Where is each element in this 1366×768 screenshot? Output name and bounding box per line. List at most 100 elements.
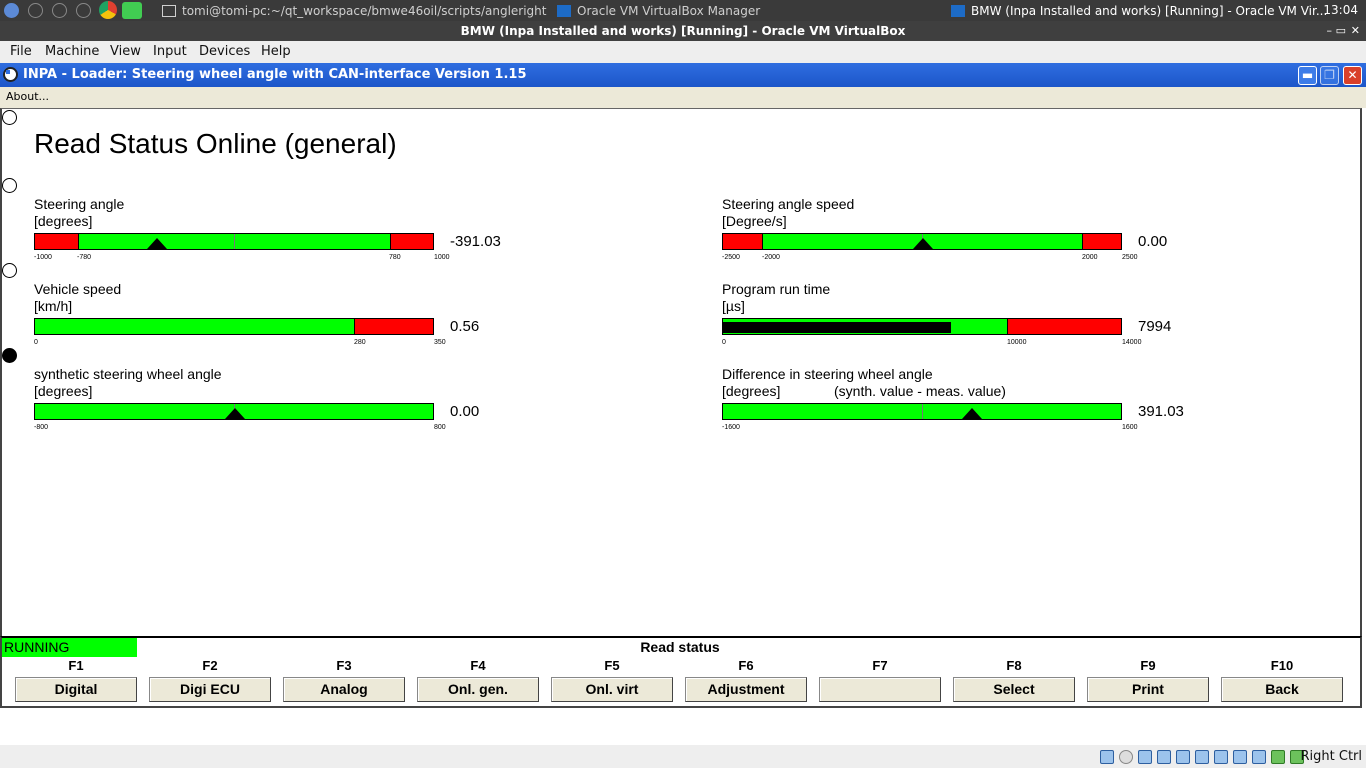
steering-angle-speed-bar (722, 233, 1122, 250)
steering-angle-speed-label: Steering angle speed (722, 196, 855, 212)
task-vm-window[interactable]: BMW (Inpa Installed and works) [Running]… (951, 3, 1327, 19)
menu-help[interactable]: Help (261, 44, 291, 59)
system-menu-icon[interactable] (4, 3, 19, 18)
synthetic-angle-unit: [degrees] (34, 383, 93, 399)
close-icon[interactable]: ✕ (1351, 21, 1360, 41)
menu-about[interactable]: About... (6, 90, 49, 103)
fkey-label-f8: F8 (1006, 658, 1022, 673)
task-vbox-manager[interactable]: Oracle VM VirtualBox Manager (557, 3, 760, 19)
vehicle-speed-value: 0.56 (450, 318, 480, 335)
usb-icon[interactable] (1176, 750, 1190, 764)
steering-angle-label: Steering angle (34, 196, 125, 212)
display-icon[interactable] (1214, 750, 1228, 764)
menu-view[interactable]: View (110, 44, 141, 59)
vbox-title-text: BMW (Inpa Installed and works) [Running]… (460, 24, 906, 38)
inpa-window-title: INPA - Loader: Steering wheel angle with… (0, 63, 1366, 87)
mouse-integration-icon[interactable] (1271, 750, 1285, 764)
launcher-icon-3[interactable] (76, 3, 91, 18)
radio-option-4[interactable] (2, 348, 17, 363)
task-vm-window-label: BMW (Inpa Installed and works) [Running]… (971, 4, 1328, 18)
shared-folders-icon[interactable] (1195, 750, 1209, 764)
hard-disk-icon[interactable] (1100, 750, 1114, 764)
tick-label: 780 (389, 254, 401, 261)
steering-angle-speed-value: 0.00 (1138, 233, 1168, 250)
radio-option-3[interactable] (2, 263, 17, 278)
angle-difference-label: Difference in steering wheel angle (722, 366, 933, 382)
inpa-maximize-button[interactable]: ❐ (1320, 66, 1339, 85)
tick-label: 10000 (1007, 339, 1027, 346)
angle-difference-note: (synth. value - meas. value) (834, 383, 1006, 399)
tick-label: -800 (34, 424, 49, 431)
program-run-time-value: 7994 (1138, 318, 1172, 335)
online-virtual-button[interactable]: Onl. virt (551, 677, 673, 702)
menu-machine[interactable]: Machine (45, 44, 99, 59)
task-terminal[interactable]: tomi@tomi-pc:~/qt_workspace/bmwe46oil/sc… (162, 3, 546, 19)
print-button[interactable]: Print (1087, 677, 1209, 702)
fkey-label-f5: F5 (604, 658, 620, 673)
tick-label: 280 (354, 339, 366, 346)
steering-angle-speed-marker (913, 238, 933, 249)
angle-difference-marker (961, 408, 982, 419)
minimize-icon[interactable]: – (1327, 21, 1333, 41)
synthetic-angle-value: 0.00 (450, 403, 480, 420)
online-general-button[interactable]: Onl. gen. (417, 677, 539, 702)
inpa-close-button[interactable]: ✕ (1343, 66, 1362, 85)
steering-angle-unit: [degrees] (34, 213, 93, 229)
menu-file[interactable]: File (10, 44, 32, 59)
program-run-time-label: Program run time (722, 281, 831, 297)
angle-difference-value: 391.03 (1138, 403, 1184, 420)
radio-option-1[interactable] (2, 110, 17, 125)
synthetic-angle-marker (225, 408, 245, 419)
tick-label: 2000 (1082, 254, 1098, 261)
menu-input[interactable]: Input (153, 44, 187, 59)
tick-label: 350 (434, 339, 446, 346)
fkey-label-f10: F10 (1270, 658, 1294, 673)
radio-option-2[interactable] (2, 178, 17, 193)
maximize-icon[interactable]: ▭ (1336, 21, 1346, 41)
network-icon[interactable] (1157, 750, 1171, 764)
video-capture-icon[interactable] (1233, 750, 1247, 764)
fkey-label-f3: F3 (336, 658, 352, 673)
fkey-label-f9: F9 (1140, 658, 1156, 673)
chrome-icon[interactable] (99, 1, 117, 19)
vbox-window-title: BMW (Inpa Installed and works) [Running]… (0, 21, 1366, 41)
vehicle-speed-label: Vehicle speed (34, 281, 122, 297)
audio-icon[interactable] (1138, 750, 1152, 764)
angle-difference-bar (722, 403, 1122, 420)
tick-label: 2500 (1122, 254, 1138, 261)
program-run-time-unit: [µs] (722, 298, 745, 314)
digi-ecu-button[interactable]: Digi ECU (149, 677, 271, 702)
fkey-label-f6: F6 (738, 658, 754, 673)
steering-angle-speed-unit: [Degree/s] (722, 213, 787, 229)
launcher-icon-2[interactable] (52, 3, 67, 18)
clock[interactable]: 13:04 (1323, 3, 1358, 17)
optical-drive-icon[interactable] (1119, 750, 1133, 764)
tick-label: 1000 (434, 254, 450, 261)
page-title: Read Status Online (general) (34, 128, 397, 159)
tick-label: -2000 (762, 254, 780, 261)
program-run-time-fill (723, 322, 952, 333)
f7-empty-button[interactable] (819, 677, 941, 702)
launcher-icon-1[interactable] (28, 3, 43, 18)
tick-label: 0 (722, 339, 726, 346)
synthetic-angle-bar (34, 403, 434, 420)
digital-button[interactable]: Digital (15, 677, 137, 702)
virtualbox-icon (951, 5, 965, 17)
inpa-minimize-button[interactable]: ▬ (1298, 66, 1317, 85)
host-key-label: Right Ctrl (1300, 749, 1363, 764)
inpa-title-text: INPA - Loader: Steering wheel angle with… (23, 67, 527, 82)
adjustment-button[interactable]: Adjustment (685, 677, 807, 702)
fkey-label-f1: F1 (68, 658, 84, 673)
select-button[interactable]: Select (953, 677, 1075, 702)
fkey-label-f2: F2 (202, 658, 218, 673)
host-taskbar: tomi@tomi-pc:~/qt_workspace/bmwe46oil/sc… (0, 0, 1366, 21)
qt-creator-icon[interactable] (122, 2, 142, 19)
vt-x-icon[interactable] (1252, 750, 1266, 764)
steering-angle-bar (34, 233, 434, 250)
angle-difference-unit: [degrees] (722, 383, 781, 399)
analog-button[interactable]: Analog (283, 677, 405, 702)
vbox-menubar: File Machine View Input Devices Help (0, 41, 1366, 63)
menu-devices[interactable]: Devices (199, 44, 250, 59)
back-button[interactable]: Back (1221, 677, 1343, 702)
steering-angle-marker (146, 238, 167, 249)
